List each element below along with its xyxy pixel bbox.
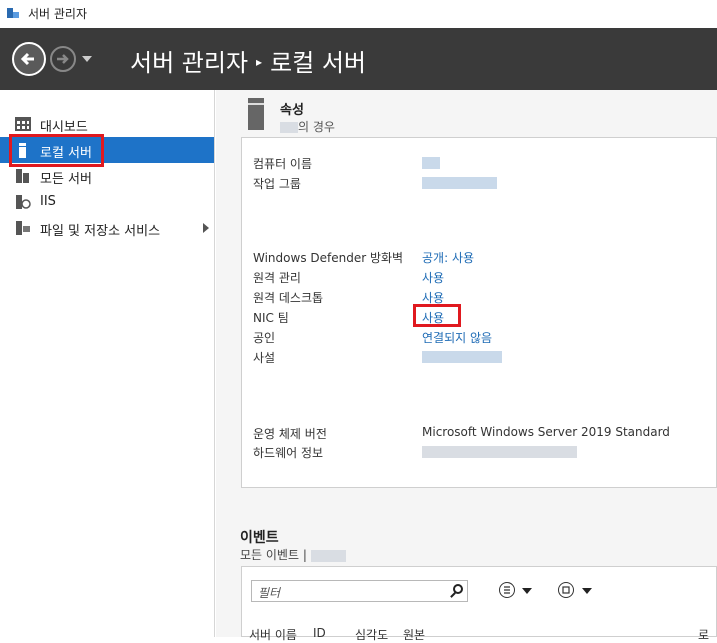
sidebar-item-label: IIS: [40, 194, 56, 209]
sidebar-item-file-storage[interactable]: 파일 및 저장소 서비스: [0, 215, 214, 241]
highlight-box-nic-teaming: [413, 304, 461, 327]
server-manager-app-icon: [7, 8, 19, 18]
column-header-log[interactable]: 로: [698, 626, 709, 643]
prop-value-os-version: Microsoft Windows Server 2019 Standard: [422, 425, 670, 439]
prop-label-os-version: 운영 체제 버전: [253, 427, 327, 441]
properties-subtitle: 의 경우: [280, 118, 335, 135]
list-icon: [504, 586, 510, 594]
prop-label-computer-name: 컴퓨터 이름: [253, 157, 313, 171]
prop-label-public: 공인: [253, 331, 276, 345]
sidebar-item-label: 대시보드: [40, 120, 88, 135]
prop-value-remote-management[interactable]: 사용: [422, 269, 444, 286]
filter-input[interactable]: 필터: [251, 580, 468, 602]
prop-label-workgroup: 작업 그룹: [253, 177, 301, 191]
prop-value-public[interactable]: 연결되지 않음: [422, 329, 492, 346]
prop-value-workgroup[interactable]: [422, 175, 497, 189]
list-options-dropdown-icon[interactable]: [522, 588, 532, 594]
header-bar: 서버 관리자 ▸ 로컬 서버: [0, 28, 717, 90]
prop-label-remote-desktop: 원격 데스크톱: [253, 291, 324, 305]
window-title: 서버 관리자: [28, 7, 88, 21]
breadcrumb-current: 로컬 서버: [270, 49, 367, 77]
breadcrumb: 서버 관리자 ▸ 로컬 서버: [130, 43, 366, 78]
save-options-button[interactable]: [558, 582, 574, 598]
back-arrow-icon: [20, 52, 34, 66]
highlight-box-local-server: [9, 134, 104, 167]
prop-label-nic-teaming: NIC 팀: [253, 311, 289, 325]
prop-value-computer-name[interactable]: [422, 155, 440, 169]
history-dropdown-icon[interactable]: [82, 56, 92, 62]
column-header-severity[interactable]: 심각도: [355, 626, 388, 643]
iis-icon: [16, 195, 31, 209]
save-options-dropdown-icon[interactable]: [582, 588, 592, 594]
redacted-events-server: [310, 549, 346, 562]
sidebar-item-iis[interactable]: IIS: [0, 189, 214, 215]
expand-arrow-icon[interactable]: [203, 223, 209, 233]
properties-title: 속성: [280, 103, 304, 118]
back-button[interactable]: [12, 42, 46, 76]
prop-value-private[interactable]: [422, 349, 502, 363]
column-header-server-name[interactable]: 서버 이름: [249, 626, 297, 643]
servers-icon: [16, 169, 29, 183]
events-subtitle-text: 모든 이벤트 |: [240, 548, 307, 562]
breadcrumb-root[interactable]: 서버 관리자: [130, 49, 248, 77]
prop-label-firewall: Windows Defender 방화벽: [253, 251, 404, 265]
sidebar-item-label: 모든 서버: [40, 172, 92, 187]
save-icon: [562, 586, 570, 594]
column-header-id[interactable]: ID: [313, 626, 326, 640]
forward-button[interactable]: [50, 46, 76, 72]
redacted-server-name: [280, 122, 298, 133]
storage-icon: [16, 221, 30, 235]
prop-label-private: 사설: [253, 351, 276, 365]
prop-label-hardware-info: 하드웨어 정보: [253, 446, 324, 460]
prop-value-hardware-info: [422, 444, 577, 458]
forward-arrow-icon: [57, 54, 69, 64]
events-title: 이벤트: [240, 530, 279, 546]
list-options-button[interactable]: [499, 582, 515, 598]
prop-label-remote-management: 원격 관리: [253, 271, 301, 285]
properties-subtitle-suffix: 의 경우: [298, 120, 335, 134]
search-icon[interactable]: [453, 584, 463, 594]
breadcrumb-separator-icon: ▸: [256, 55, 263, 69]
events-subtitle: 모든 이벤트 |: [240, 546, 346, 563]
prop-value-firewall[interactable]: 공개: 사용: [422, 249, 474, 266]
column-header-source[interactable]: 원본: [403, 626, 425, 643]
properties-server-icon: [248, 98, 264, 130]
sidebar-item-label: 파일 및 저장소 서비스: [40, 224, 161, 239]
title-bar: 서버 관리자: [0, 0, 717, 28]
dashboard-icon: [15, 117, 31, 131]
